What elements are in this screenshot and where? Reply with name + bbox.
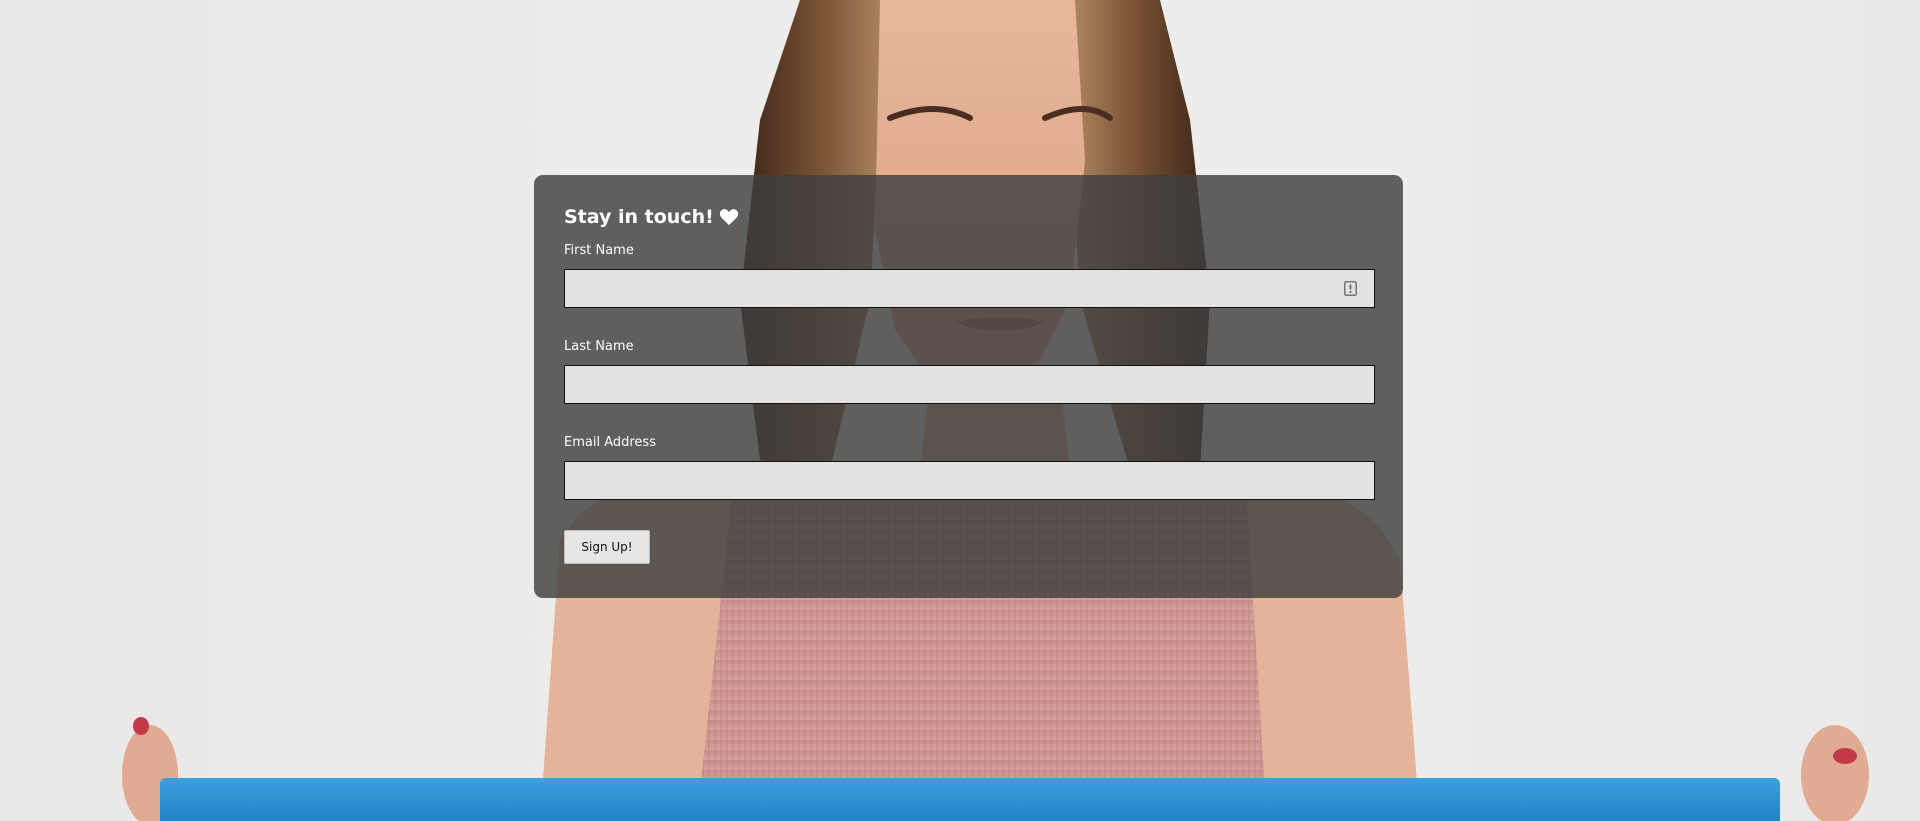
- email-input[interactable]: [564, 461, 1375, 500]
- last-name-field: [564, 365, 1375, 404]
- last-name-label: Last Name: [564, 339, 634, 354]
- signup-form: Stay in touch! First Name Last Name Emai…: [534, 175, 1403, 598]
- form-title-text: Stay in touch!: [564, 206, 714, 228]
- email-label: Email Address: [564, 435, 656, 450]
- first-name-field: [564, 269, 1375, 308]
- first-name-input[interactable]: [564, 269, 1375, 308]
- last-name-input[interactable]: [564, 365, 1375, 404]
- email-field: [564, 461, 1375, 500]
- first-name-label: First Name: [564, 243, 634, 258]
- contact-card-icon[interactable]: [1344, 281, 1357, 296]
- sign-up-button[interactable]: Sign Up!: [564, 530, 650, 564]
- page: Stay in touch! First Name Last Name Emai…: [0, 0, 1920, 821]
- form-title: Stay in touch!: [564, 205, 1375, 229]
- heart-icon: [719, 209, 738, 226]
